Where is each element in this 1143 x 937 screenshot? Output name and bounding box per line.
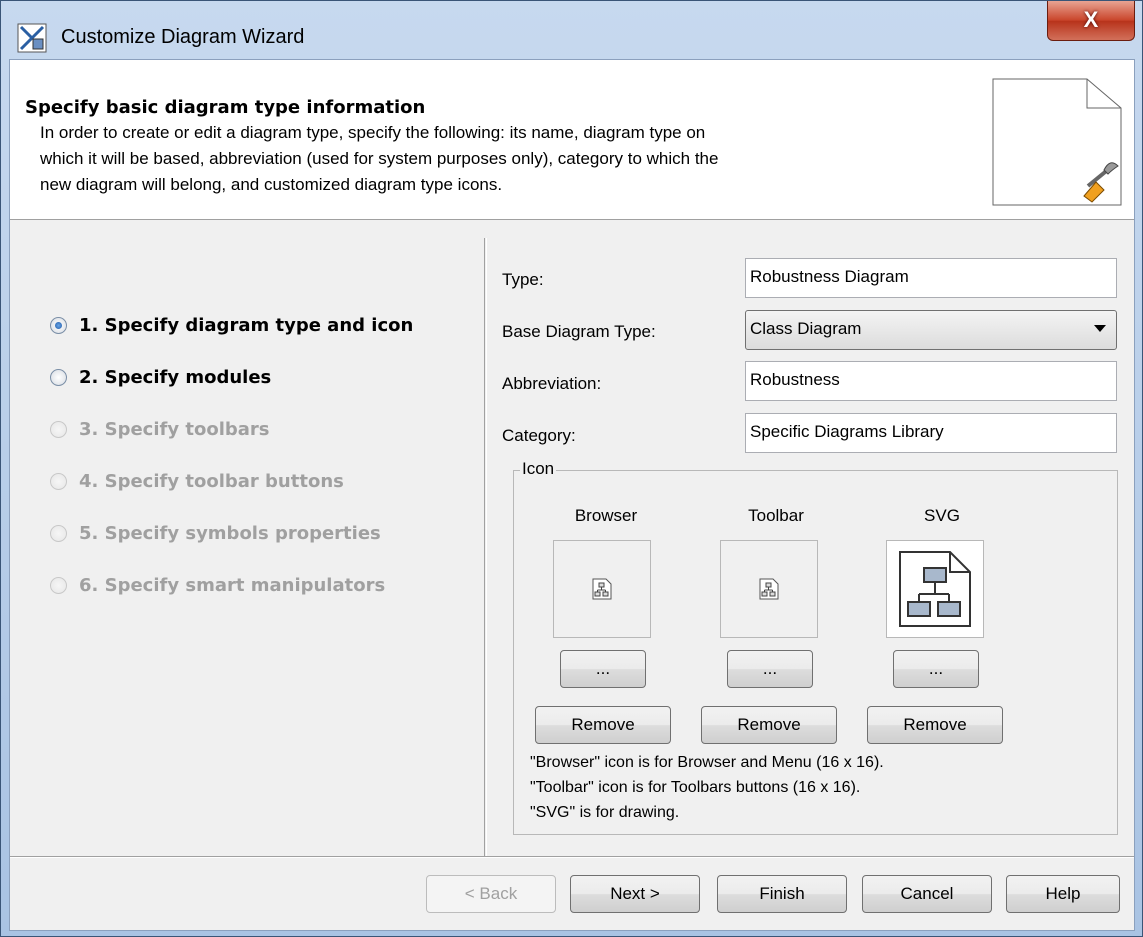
- step-specify-toolbars: 3. Specify toolbars: [50, 414, 270, 444]
- toolbar-icon-preview: [720, 540, 818, 638]
- toolbar-icon-note: "Toolbar" icon is for Toolbars buttons (…: [530, 779, 861, 796]
- svg-icon-preview: [886, 540, 984, 638]
- step-specify-toolbar-buttons: 4. Specify toolbar buttons: [50, 466, 344, 496]
- step-label: 5. Specify symbols properties: [79, 522, 381, 544]
- vertical-divider: [484, 238, 487, 858]
- toolbar-browse-button[interactable]: ...: [727, 650, 813, 688]
- svg-remove-button[interactable]: Remove: [867, 706, 1003, 744]
- step-specify-diagram-type[interactable]: 1. Specify diagram type and icon: [50, 310, 413, 340]
- type-label: Type:: [502, 270, 544, 289]
- wizard-client-area: Specify basic diagram type information I…: [9, 59, 1135, 931]
- base-diagram-type-value: Class Diagram: [750, 319, 862, 338]
- steps-panel: 1. Specify diagram type and icon 2. Spec…: [10, 220, 484, 857]
- step-label: 6. Specify smart manipulators: [79, 574, 386, 596]
- finish-button[interactable]: Finish: [717, 875, 847, 913]
- browser-browse-button[interactable]: ...: [560, 650, 646, 688]
- step-specify-symbols-properties: 5. Specify symbols properties: [50, 518, 381, 548]
- header-description: In order to create or edit a diagram typ…: [40, 120, 970, 198]
- title-bar[interactable]: Customize Diagram Wizard X: [1, 1, 1142, 59]
- wizard-page-icon: [992, 78, 1122, 206]
- wizard-window: Customize Diagram Wizard X Specify basic…: [0, 0, 1143, 937]
- cancel-button[interactable]: Cancel: [862, 875, 992, 913]
- radio-icon[interactable]: [50, 368, 67, 386]
- radio-icon: [50, 420, 67, 438]
- base-diagram-type-select[interactable]: Class Diagram: [745, 310, 1117, 350]
- wizard-header: Specify basic diagram type information I…: [10, 60, 1134, 220]
- header-desc-line: In order to create or edit a diagram typ…: [40, 123, 706, 142]
- back-button[interactable]: < Back: [426, 875, 556, 913]
- type-field[interactable]: Robustness Diagram: [745, 258, 1117, 298]
- step-specify-modules[interactable]: 2. Specify modules: [50, 362, 271, 392]
- chevron-down-icon[interactable]: [1094, 325, 1106, 332]
- browser-column-label: Browser: [574, 506, 638, 525]
- window-title: Customize Diagram Wizard: [61, 26, 305, 48]
- step-label: 2. Specify modules: [79, 366, 272, 388]
- svg-icon-note: "SVG" is for drawing.: [530, 804, 680, 821]
- radio-icon: [50, 576, 67, 594]
- abbreviation-label: Abbreviation:: [502, 374, 602, 393]
- next-button[interactable]: Next >: [570, 875, 700, 913]
- category-field[interactable]: Specific Diagrams Library: [745, 413, 1117, 453]
- step-specify-smart-manipulators: 6. Specify smart manipulators: [50, 570, 385, 600]
- toolbar-remove-button[interactable]: Remove: [701, 706, 837, 744]
- radio-icon: [50, 524, 67, 542]
- browser-remove-button[interactable]: Remove: [535, 706, 671, 744]
- diagram-icon: [899, 551, 971, 627]
- diagram-icon: [592, 578, 612, 600]
- diagram-icon: [759, 578, 779, 600]
- header-desc-line: new diagram will belong, and customized …: [40, 175, 503, 194]
- header-title: Specify basic diagram type information: [25, 97, 426, 118]
- radio-icon: [50, 472, 67, 490]
- category-label: Category:: [502, 426, 576, 445]
- base-diagram-type-label: Base Diagram Type:: [502, 322, 656, 341]
- header-desc-line: which it will be based, abbreviation (us…: [40, 149, 719, 168]
- icon-group-legend: Icon: [520, 459, 557, 479]
- browser-icon-preview: [553, 540, 651, 638]
- help-button[interactable]: Help: [1006, 875, 1120, 913]
- toolbar-column-label: Toolbar: [748, 506, 804, 525]
- abbreviation-field[interactable]: Robustness: [745, 361, 1117, 401]
- radio-icon[interactable]: [50, 316, 67, 334]
- svg-column-label: SVG: [924, 506, 960, 525]
- app-icon: [17, 23, 47, 53]
- step-label: 1. Specify diagram type and icon: [79, 314, 414, 336]
- browser-icon-note: "Browser" icon is for Browser and Menu (…: [530, 754, 884, 771]
- step-label: 3. Specify toolbars: [79, 418, 270, 440]
- close-button[interactable]: X: [1047, 1, 1135, 41]
- footer-divider: [10, 856, 1134, 858]
- step-label: 4. Specify toolbar buttons: [79, 470, 344, 492]
- svg-browse-button[interactable]: ...: [893, 650, 979, 688]
